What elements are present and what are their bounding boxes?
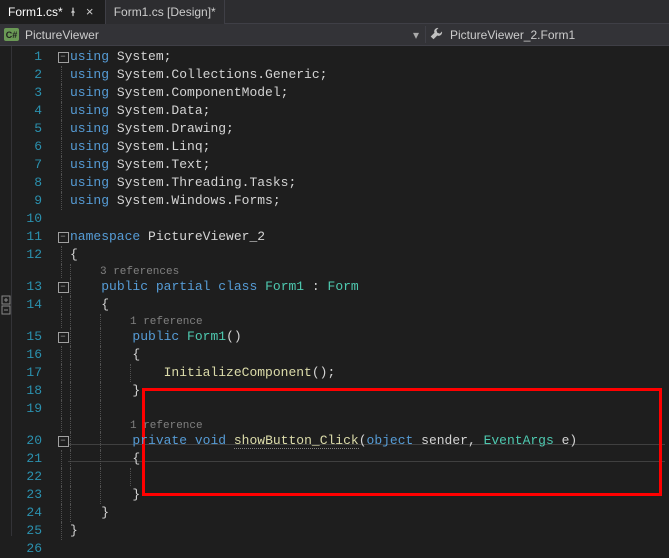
tab-label: Form1.cs [Design]*	[114, 5, 216, 19]
nav-project-dropdown[interactable]: C# PictureViewer ▾	[0, 28, 425, 42]
navigation-bar: C# PictureViewer ▾ PictureViewer_2.Form1	[0, 24, 669, 46]
nav-class-dropdown[interactable]: PictureViewer_2.Form1	[425, 26, 669, 43]
chevron-down-icon: ▾	[407, 28, 425, 42]
fold-toggle[interactable]: −	[58, 232, 69, 243]
line-number: 1	[12, 48, 56, 66]
codelens-class[interactable]: 3 references	[70, 266, 179, 278]
close-icon[interactable]: ×	[83, 5, 97, 19]
codelens-handler[interactable]: 1 reference	[70, 420, 203, 432]
outlining-toggle-icon[interactable]	[1, 295, 11, 315]
fold-toggle[interactable]: −	[58, 332, 69, 343]
csharp-icon: C#	[4, 28, 19, 41]
pin-icon[interactable]	[68, 7, 78, 17]
wrench-icon	[430, 26, 444, 43]
fold-toggle[interactable]: −	[58, 282, 69, 293]
codelens-ctor[interactable]: 1 reference	[70, 316, 203, 328]
tab-label: Form1.cs*	[8, 5, 63, 19]
editor-margin	[0, 46, 12, 536]
fold-toggle[interactable]: −	[58, 436, 69, 447]
tab-form1-cs[interactable]: Form1.cs* ×	[0, 0, 106, 24]
nav-class-label: PictureViewer_2.Form1	[450, 28, 575, 42]
nav-project-label: PictureViewer	[25, 28, 99, 42]
code-editor[interactable]: 1−using System; 2using System.Collection…	[0, 46, 669, 536]
tab-form1-designer[interactable]: Form1.cs [Design]*	[106, 0, 225, 24]
tab-bar: Form1.cs* × Form1.cs [Design]*	[0, 0, 669, 24]
fold-toggle[interactable]: −	[58, 52, 69, 63]
